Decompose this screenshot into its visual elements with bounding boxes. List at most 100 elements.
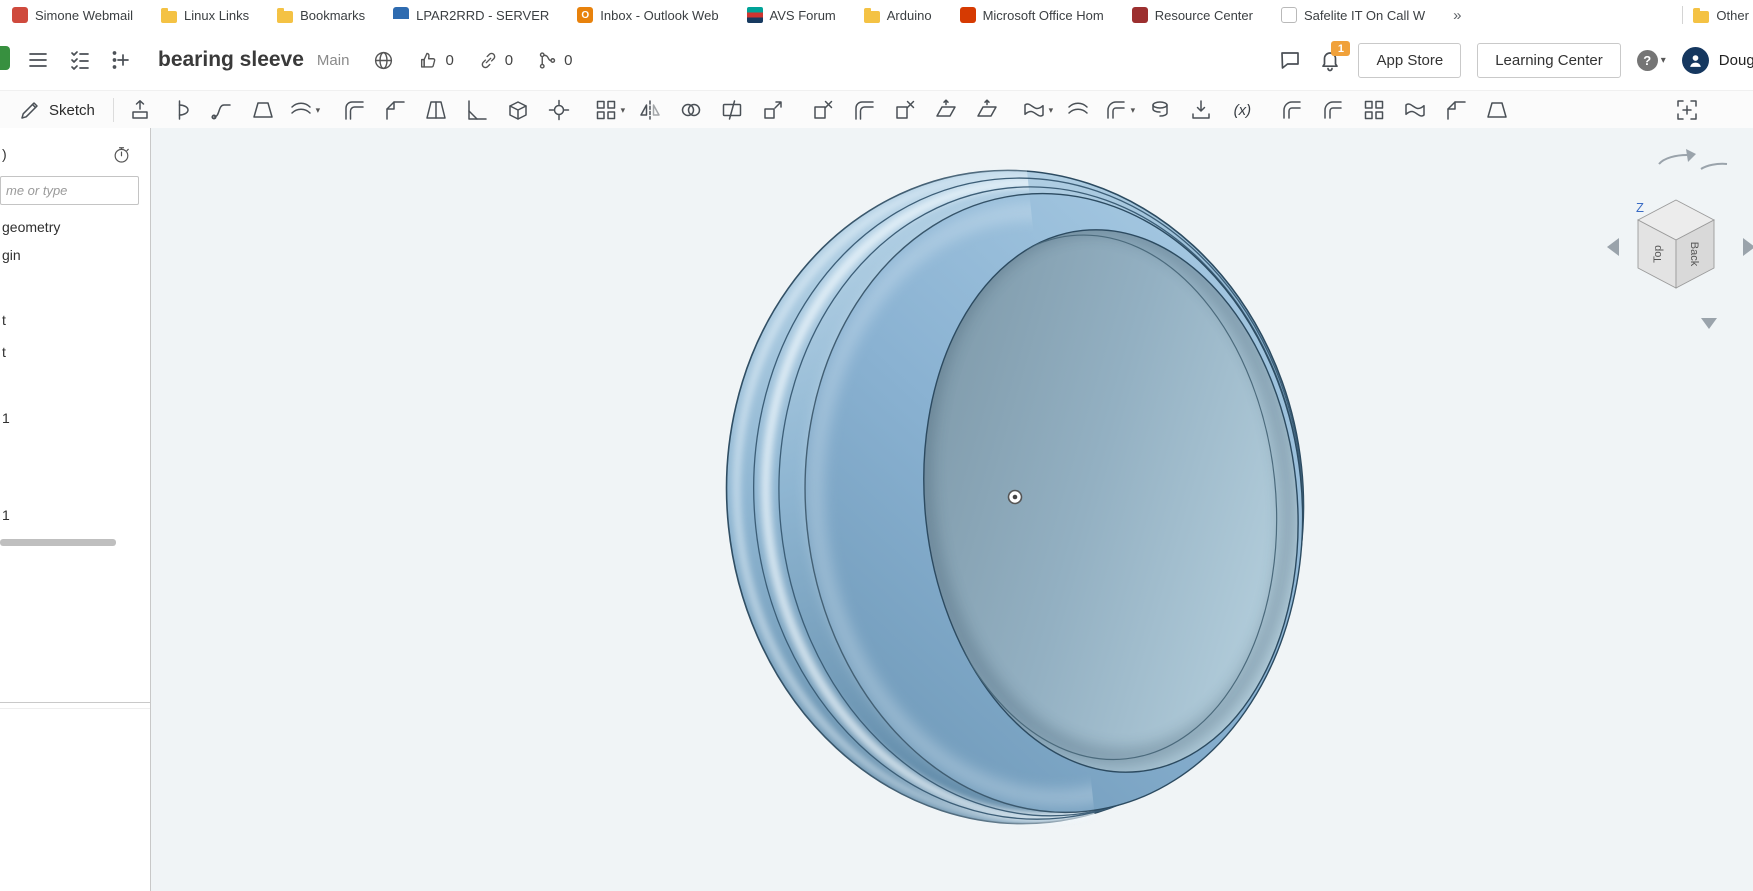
- likes-button[interactable]: 0: [418, 50, 453, 71]
- app-header: bearing sleeve Main 0 0 0 1 App Store Le…: [0, 30, 1753, 90]
- bookmark-item[interactable]: Microsoft Office Hom: [960, 7, 1104, 23]
- offset-surface-icon: [1066, 98, 1090, 122]
- bookmark-item[interactable]: AVS Forum: [747, 7, 836, 23]
- offset-surface-button[interactable]: [1058, 95, 1099, 125]
- share-visibility-button[interactable]: [373, 50, 394, 71]
- sheet-metal-model-button[interactable]: [1099, 95, 1140, 125]
- mirror-button[interactable]: [630, 95, 671, 125]
- view-right-arrow-icon[interactable]: [1743, 238, 1753, 256]
- tree-item[interactable]: 1: [2, 503, 147, 527]
- bookmarks-overflow-chevron[interactable]: »: [1453, 7, 1461, 24]
- copies-button[interactable]: 0: [537, 50, 572, 71]
- panel-splitter[interactable]: [0, 702, 150, 709]
- flange-button[interactable]: [1313, 95, 1354, 125]
- view-down-arrow-icon[interactable]: [1701, 318, 1717, 329]
- hamburger-menu-icon[interactable]: [26, 48, 50, 72]
- notifications-button[interactable]: 1: [1318, 48, 1342, 72]
- rotate-ccw-arrow-icon[interactable]: [1659, 155, 1689, 164]
- helix-button[interactable]: [1140, 95, 1181, 125]
- extrude-button[interactable]: [120, 95, 161, 125]
- comments-icon[interactable]: [1278, 48, 1302, 72]
- model-canvas[interactable]: [151, 128, 1753, 891]
- rollback-history-icon[interactable]: [112, 145, 131, 164]
- delete-part-button[interactable]: [803, 95, 844, 125]
- origin-marker[interactable]: [1009, 491, 1022, 504]
- thicken-icon: [289, 98, 313, 122]
- document-title[interactable]: bearing sleeve: [158, 48, 304, 72]
- app-store-button[interactable]: App Store: [1358, 43, 1461, 78]
- shell-button[interactable]: [498, 95, 539, 125]
- tab-button[interactable]: [1354, 95, 1395, 125]
- tree-item[interactable]: 1: [2, 406, 147, 430]
- custom-feature-button[interactable]: [1666, 95, 1707, 125]
- bookmark-item[interactable]: LPAR2RRD - SERVER: [393, 7, 549, 23]
- thicken-button[interactable]: [284, 95, 325, 125]
- tree-item-label: 1: [2, 507, 10, 523]
- view-cube[interactable]: Z Top Back: [1581, 142, 1753, 357]
- bookmark-item[interactable]: Arduino: [864, 8, 932, 23]
- avs-favicon: [747, 7, 763, 23]
- toolbar-separator: [113, 98, 114, 122]
- rotate-cw-arrow-icon[interactable]: [1701, 164, 1727, 169]
- feature-filter-input[interactable]: [0, 176, 139, 205]
- linear-pattern-button[interactable]: [589, 95, 630, 125]
- help-menu-button[interactable]: ? ▾: [1637, 50, 1666, 71]
- versions-history-icon[interactable]: [68, 48, 92, 72]
- replace-face-button[interactable]: [967, 95, 1008, 125]
- user-avatar[interactable]: [1682, 47, 1709, 74]
- bookmark-item[interactable]: Safelite IT On Call W: [1281, 7, 1425, 23]
- transform-icon: [761, 98, 785, 122]
- person-icon: [1687, 52, 1704, 69]
- folder-icon: [277, 11, 293, 23]
- model-viewport[interactable]: Z Top Back: [151, 128, 1753, 891]
- bookmark-item[interactable]: Linux Links: [161, 8, 249, 23]
- delete-face-button[interactable]: [885, 95, 926, 125]
- import-icon: [1189, 98, 1213, 122]
- links-button[interactable]: 0: [478, 50, 513, 71]
- view-left-arrow-icon[interactable]: [1607, 238, 1619, 256]
- sketch-button[interactable]: Sketch: [6, 95, 107, 125]
- move-face-button[interactable]: [926, 95, 967, 125]
- variable-button[interactable]: (x): [1222, 95, 1263, 125]
- learning-center-button[interactable]: Learning Center: [1477, 43, 1621, 78]
- revolve-button[interactable]: [161, 95, 202, 125]
- hem-icon: [1403, 98, 1427, 122]
- folder-icon: [161, 11, 177, 23]
- fillet-button[interactable]: [334, 95, 375, 125]
- globe-icon: [373, 50, 394, 71]
- rib-button[interactable]: [457, 95, 498, 125]
- flat-pattern-button[interactable]: [1477, 95, 1518, 125]
- chamfer-button[interactable]: [375, 95, 416, 125]
- corner-break-button[interactable]: [1436, 95, 1477, 125]
- bookmark-item[interactable]: Resource Center: [1132, 7, 1253, 23]
- boolean-button[interactable]: [671, 95, 712, 125]
- sweep-button[interactable]: [202, 95, 243, 125]
- split-button[interactable]: [712, 95, 753, 125]
- hole-button[interactable]: [539, 95, 580, 125]
- tree-item[interactable]: t: [2, 340, 147, 364]
- tree-item[interactable]: t: [2, 308, 147, 332]
- hem-button[interactable]: [1395, 95, 1436, 125]
- transform-button[interactable]: [753, 95, 794, 125]
- bookmark-item[interactable]: Bookmarks: [277, 8, 365, 23]
- tree-item-default-geometry[interactable]: geometry: [2, 215, 147, 239]
- import-button[interactable]: [1181, 95, 1222, 125]
- rotate-arrowhead-icon: [1686, 149, 1696, 162]
- fill-surface-button[interactable]: [1017, 95, 1058, 125]
- bookmark-item[interactable]: Simone Webmail: [12, 7, 133, 23]
- loft-button[interactable]: [243, 95, 284, 125]
- office-favicon: [960, 7, 976, 23]
- workspace-label[interactable]: Main: [317, 52, 350, 69]
- insert-new-item-icon[interactable]: [110, 48, 134, 72]
- modify-fillet-button[interactable]: [844, 95, 885, 125]
- fill-surface-icon: [1022, 98, 1046, 122]
- draft-button[interactable]: [416, 95, 457, 125]
- bookmark-item[interactable]: Inbox - Outlook Web: [577, 7, 718, 23]
- resource-favicon: [1132, 7, 1148, 23]
- tree-item-origin[interactable]: gin: [2, 243, 147, 267]
- horizontal-scrollbar[interactable]: [0, 539, 116, 546]
- fillet-icon: [342, 98, 366, 122]
- bookmark-label: Arduino: [887, 8, 932, 23]
- other-bookmarks-button[interactable]: Other bo: [1693, 8, 1753, 23]
- thicken-sheet-button[interactable]: [1272, 95, 1313, 125]
